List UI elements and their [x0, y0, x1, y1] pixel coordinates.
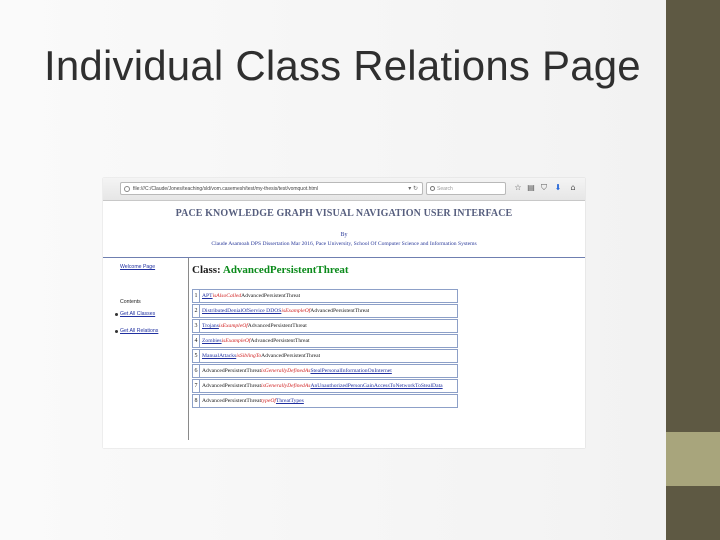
predicate-label: isSiblingTo	[236, 353, 262, 359]
predicate-label: isAlsoCalled	[212, 293, 242, 299]
search-input[interactable]: Search	[426, 182, 506, 195]
shield-icon[interactable]: ⛉	[539, 182, 549, 194]
table-row: 5 ManualAttacksisSiblingToAdvancedPersis…	[192, 349, 458, 363]
browser-screenshot: file:///C:/Claude/Jones/teaching/sld/vom…	[103, 178, 585, 448]
nav-contents-heading: Contents	[120, 299, 141, 305]
bullet-icon	[115, 330, 118, 333]
predicate-label: isExampleOf	[221, 338, 251, 344]
subject-link[interactable]: Zombies	[202, 338, 222, 344]
page-header: PACE KNOWLEDGE GRAPH VISUAL NAVIGATION U…	[103, 208, 585, 247]
class-prefix: Class:	[192, 264, 223, 276]
reload-icon[interactable]: ▾ ↻	[408, 183, 418, 194]
search-icon	[430, 186, 435, 191]
subject-label: AdvancedPersistentThreat	[202, 368, 262, 374]
nav-get-all-classes[interactable]: Get All Classes	[120, 311, 155, 317]
row-number: 1	[193, 290, 200, 302]
object-link[interactable]: StealPersonalInformationOnInternet	[310, 368, 391, 374]
object-label: AdvancedPersistentThreat	[261, 353, 321, 359]
url-text: file:///C:/Claude/Jones/teaching/sld/vom…	[133, 186, 319, 192]
class-name: AdvancedPersistentThreat	[222, 264, 349, 276]
table-row: 6 AdvancedPersistentThreatisGenerallyDef…	[192, 364, 458, 378]
table-row: 2 DistributedDenialOfService DDOSisExamp…	[192, 304, 458, 318]
row-number: 7	[193, 380, 200, 392]
clipboard-icon[interactable]: ▤	[526, 182, 536, 194]
subject-link[interactable]: ManualAttacks	[202, 353, 236, 359]
object-label: AdvancedPersistentThreat	[250, 338, 310, 344]
table-row: 8 AdvancedPersistentThreattypeOfThreatTy…	[192, 394, 458, 408]
predicate-label: isExampleOf	[281, 308, 311, 314]
home-icon[interactable]: ⌂	[568, 182, 578, 194]
class-heading: Class: AdvancedPersistentThreat	[192, 264, 349, 276]
nav-divider	[188, 258, 189, 440]
predicate-label: isGenerallyDefinedAs	[261, 383, 311, 389]
page-title: PACE KNOWLEDGE GRAPH VISUAL NAVIGATION U…	[175, 208, 513, 219]
bullet-icon	[115, 313, 118, 316]
download-icon[interactable]: ⬇	[553, 182, 563, 194]
slide-title: Individual Class Relations Page	[44, 42, 641, 89]
nav-welcome-link[interactable]: Welcome Page	[120, 264, 155, 270]
object-link[interactable]: AnUnauthorizedPersonGainAccessToNetworkT…	[310, 383, 442, 389]
row-number: 2	[193, 305, 200, 317]
url-bar[interactable]: file:///C:/Claude/Jones/teaching/sld/vom…	[120, 182, 423, 195]
predicate-label: isExampleOf	[218, 323, 248, 329]
object-label: AdvancedPersistentThreat	[247, 323, 307, 329]
globe-icon	[124, 186, 130, 192]
table-row: 7 AdvancedPersistentThreatisGenerallyDef…	[192, 379, 458, 393]
table-row: 3 TrojansisExampleOfAdvancedPersistentTh…	[192, 319, 458, 333]
subject-link[interactable]: Trojans	[202, 323, 219, 329]
table-row: 1 APTisAlsoCalledAdvancedPersistentThrea…	[192, 289, 458, 303]
object-link[interactable]: ThreatTypes	[276, 398, 304, 404]
accent-band-top	[666, 0, 720, 432]
predicate-label: isGenerallyDefinedAs	[261, 368, 311, 374]
row-number: 3	[193, 320, 200, 332]
object-label: AdvancedPersistentThreat	[310, 308, 370, 314]
table-row: 4 ZombiesisExampleOfAdvancedPersistentTh…	[192, 334, 458, 348]
row-number: 8	[193, 395, 200, 407]
subject-link[interactable]: APT	[202, 293, 213, 299]
subject-label: AdvancedPersistentThreat	[202, 383, 262, 389]
page-subtitle: Claude Asamoah DPS Dissertation Mar 2016…	[211, 241, 477, 247]
browser-toolbar: file:///C:/Claude/Jones/teaching/sld/vom…	[103, 178, 585, 201]
row-number: 5	[193, 350, 200, 362]
row-number: 4	[193, 335, 200, 347]
left-navigation: Welcome Page Contents Get All Classes Ge…	[103, 258, 188, 448]
object-label: AdvancedPersistentThreat	[241, 293, 301, 299]
accent-band-bottom	[666, 486, 720, 540]
page-byline: By	[340, 232, 348, 238]
nav-get-all-relations[interactable]: Get All Relations	[120, 328, 158, 334]
star-icon[interactable]: ☆	[513, 182, 523, 194]
row-number: 6	[193, 365, 200, 377]
subject-label: AdvancedPersistentThreat	[202, 398, 262, 404]
search-placeholder: Search	[437, 186, 453, 192]
relations-table: 1 APTisAlsoCalledAdvancedPersistentThrea…	[192, 289, 458, 409]
predicate-label: typeOf	[261, 398, 276, 404]
subject-link[interactable]: DistributedDenialOfService DDOS	[202, 308, 281, 314]
accent-band-middle	[666, 432, 720, 486]
